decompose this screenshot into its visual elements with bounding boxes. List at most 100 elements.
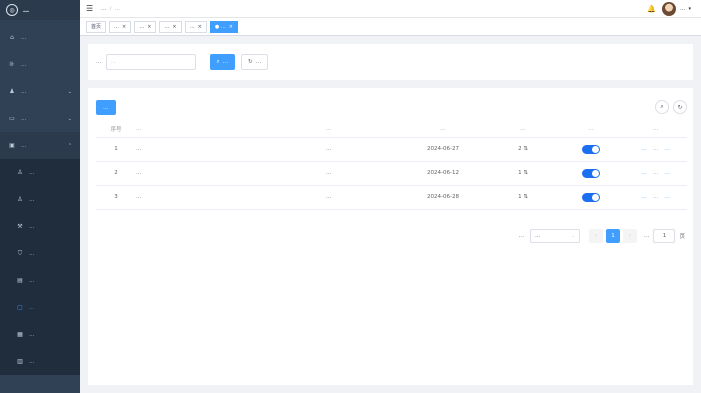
detail-link[interactable]: … xyxy=(641,194,647,200)
page-size-select[interactable]: … ⌄ xyxy=(529,229,580,243)
sidebar-item-basic-data[interactable]: ▣ … ⌃ xyxy=(0,132,80,159)
brand-title: … xyxy=(23,6,29,14)
prev-page-button[interactable]: ‹ xyxy=(588,229,603,243)
sidebar-item-label: … xyxy=(29,304,35,311)
sidebar-item-label: … xyxy=(21,88,27,95)
next-page-button[interactable]: › xyxy=(622,229,637,243)
tag-label: … xyxy=(114,23,120,30)
cell-publish xyxy=(558,185,624,210)
monitor-icon: ▭ xyxy=(9,115,15,122)
search-toggle-icon[interactable]: ⌕ xyxy=(655,100,669,114)
cell-actions: … … … xyxy=(624,137,687,162)
sidebar-item-label: … xyxy=(29,331,35,338)
chevron-down-icon: ⌄ xyxy=(571,233,575,239)
reset-button[interactable]: ↻… xyxy=(241,54,269,70)
book-icon: ▥ xyxy=(17,358,23,365)
sidebar-item-label: … xyxy=(21,142,27,149)
user-name[interactable]: … xyxy=(680,6,686,12)
table-row: 3 … … 2024-06-28 1 ⇅ ……… xyxy=(96,185,687,210)
cell-count: 2 ⇅ xyxy=(488,137,558,162)
sidebar-item-stats[interactable]: ⊪ … xyxy=(0,51,80,78)
count-value: 2 xyxy=(518,146,522,152)
sort-icon: ⇅ xyxy=(523,170,528,176)
cell-creator: … xyxy=(326,137,398,162)
delete-link[interactable]: … xyxy=(664,146,670,152)
search-placeholder: … xyxy=(110,59,117,65)
tag-label: … xyxy=(189,23,195,30)
goto-page-input[interactable]: 1 xyxy=(653,229,676,243)
user-icon: ♟ xyxy=(9,88,15,95)
caret-down-icon[interactable]: ▾ xyxy=(688,6,691,12)
sidebar-item-home[interactable]: ⌂ … xyxy=(0,24,80,51)
add-button[interactable]: … xyxy=(96,100,116,115)
sidebar-subitem-certificate[interactable]: ▦ … xyxy=(0,321,80,348)
search-icon: ⌕ xyxy=(216,58,220,65)
detail-link[interactable]: … xyxy=(641,170,647,176)
sidebar-item-label: … xyxy=(21,34,27,41)
tag-item[interactable]: … × xyxy=(134,20,157,33)
page-size-value: … xyxy=(534,233,541,239)
chevron-up-icon: ⌃ xyxy=(67,142,72,149)
close-icon[interactable]: × xyxy=(147,24,151,30)
cell-date: 2024-06-28 xyxy=(398,185,488,210)
search-button-label: … xyxy=(222,59,229,65)
shield-icon: ⛉ xyxy=(17,249,23,257)
tag-home[interactable]: 首页 xyxy=(86,20,107,33)
detail-link[interactable]: … xyxy=(641,146,647,152)
app-root: ◎ … ⌂ … ⊪ … ♟ … ⌄ ▭ … ⌄ ▣ … ⌃ ♙ … ♙ … ⚒ … xyxy=(0,0,701,393)
title-search-input[interactable]: … xyxy=(105,54,196,70)
close-icon[interactable]: × xyxy=(229,24,233,30)
breadcrumb-item[interactable]: … xyxy=(101,6,107,12)
sidebar: ◎ … ⌂ … ⊪ … ♟ … ⌄ ▭ … ⌄ ▣ … ⌃ ♙ … ♙ … ⚒ … xyxy=(0,0,80,393)
cell-actions: … … … xyxy=(624,161,687,186)
avatar[interactable] xyxy=(661,2,676,16)
tag-article-mgmt[interactable]: ● … × xyxy=(209,20,238,33)
sidebar-subitem-expert-mgmt[interactable]: ♙ … xyxy=(0,159,80,186)
tag-item[interactable]: … × xyxy=(109,20,132,33)
breadcrumb: … /… xyxy=(101,5,121,12)
sidebar-subitem-award-config[interactable]: ⛉ … xyxy=(0,240,80,267)
brand[interactable]: ◎ … xyxy=(0,0,80,20)
cell-count: 1 ⇅ xyxy=(488,185,558,210)
search-form: … … ⌕… ↻… xyxy=(88,44,693,80)
search-button[interactable]: ⌕… xyxy=(209,54,236,70)
publish-toggle[interactable] xyxy=(582,168,600,178)
col-header: … xyxy=(624,122,687,138)
sidebar-subitem-process-config[interactable]: ⚒ … xyxy=(0,213,80,240)
table-row: 2 … … 2024-06-12 1 ⇅ ……… xyxy=(96,161,687,186)
delete-link[interactable]: … xyxy=(664,170,670,176)
sidebar-subitem-article-mgmt[interactable]: ▢ … xyxy=(0,294,80,321)
tag-item[interactable]: … × xyxy=(159,20,182,33)
publish-toggle[interactable] xyxy=(582,192,600,202)
edit-link[interactable]: … xyxy=(653,170,659,176)
sidebar-subitem-index-config[interactable]: ▤ … xyxy=(0,267,80,294)
tag-item[interactable]: … × xyxy=(184,20,207,33)
close-icon[interactable]: × xyxy=(172,24,176,30)
article-table: 序号 … … … … … … 1 … … 2024-06-27 2 ⇅ … … … xyxy=(96,122,687,210)
bell-icon[interactable]: 🔔 xyxy=(647,5,656,13)
refresh-icon[interactable]: ↻ xyxy=(673,100,687,114)
page-number-current[interactable]: 1 xyxy=(605,229,620,243)
publish-toggle[interactable] xyxy=(582,144,600,154)
edit-link[interactable]: … xyxy=(653,194,659,200)
tags-view: 首页 … × … × … × … × ● … × xyxy=(80,18,701,36)
delete-link[interactable]: … xyxy=(664,194,670,200)
sort-icon: ⇅ xyxy=(523,146,528,152)
sidebar-subitem-participants[interactable]: ♙ … xyxy=(0,186,80,213)
sidebar-subitem-template[interactable]: ▥ … xyxy=(0,348,80,375)
sidebar-item-evaluation[interactable]: ▭ … ⌄ xyxy=(0,105,80,132)
sidebar-item-experts[interactable]: ♟ … ⌄ xyxy=(0,78,80,105)
col-header: … xyxy=(398,122,488,138)
cell-date: 2024-06-12 xyxy=(398,161,488,186)
close-icon[interactable]: × xyxy=(198,24,202,30)
cell-title: … xyxy=(136,185,326,210)
hamburger-icon[interactable]: ☰ xyxy=(86,4,93,13)
table-panel: … ⌕ ↻ 序号 … … … … … … 1 … … 2024-06-27 2 … xyxy=(88,88,693,385)
cell-publish xyxy=(558,137,624,162)
tool-icon: ⚒ xyxy=(17,223,23,230)
edit-link[interactable]: … xyxy=(653,146,659,152)
reset-button-label: … xyxy=(255,59,262,65)
cell-date: 2024-06-27 xyxy=(398,137,488,162)
tag-label: … xyxy=(164,23,170,30)
close-icon[interactable]: × xyxy=(122,24,126,30)
